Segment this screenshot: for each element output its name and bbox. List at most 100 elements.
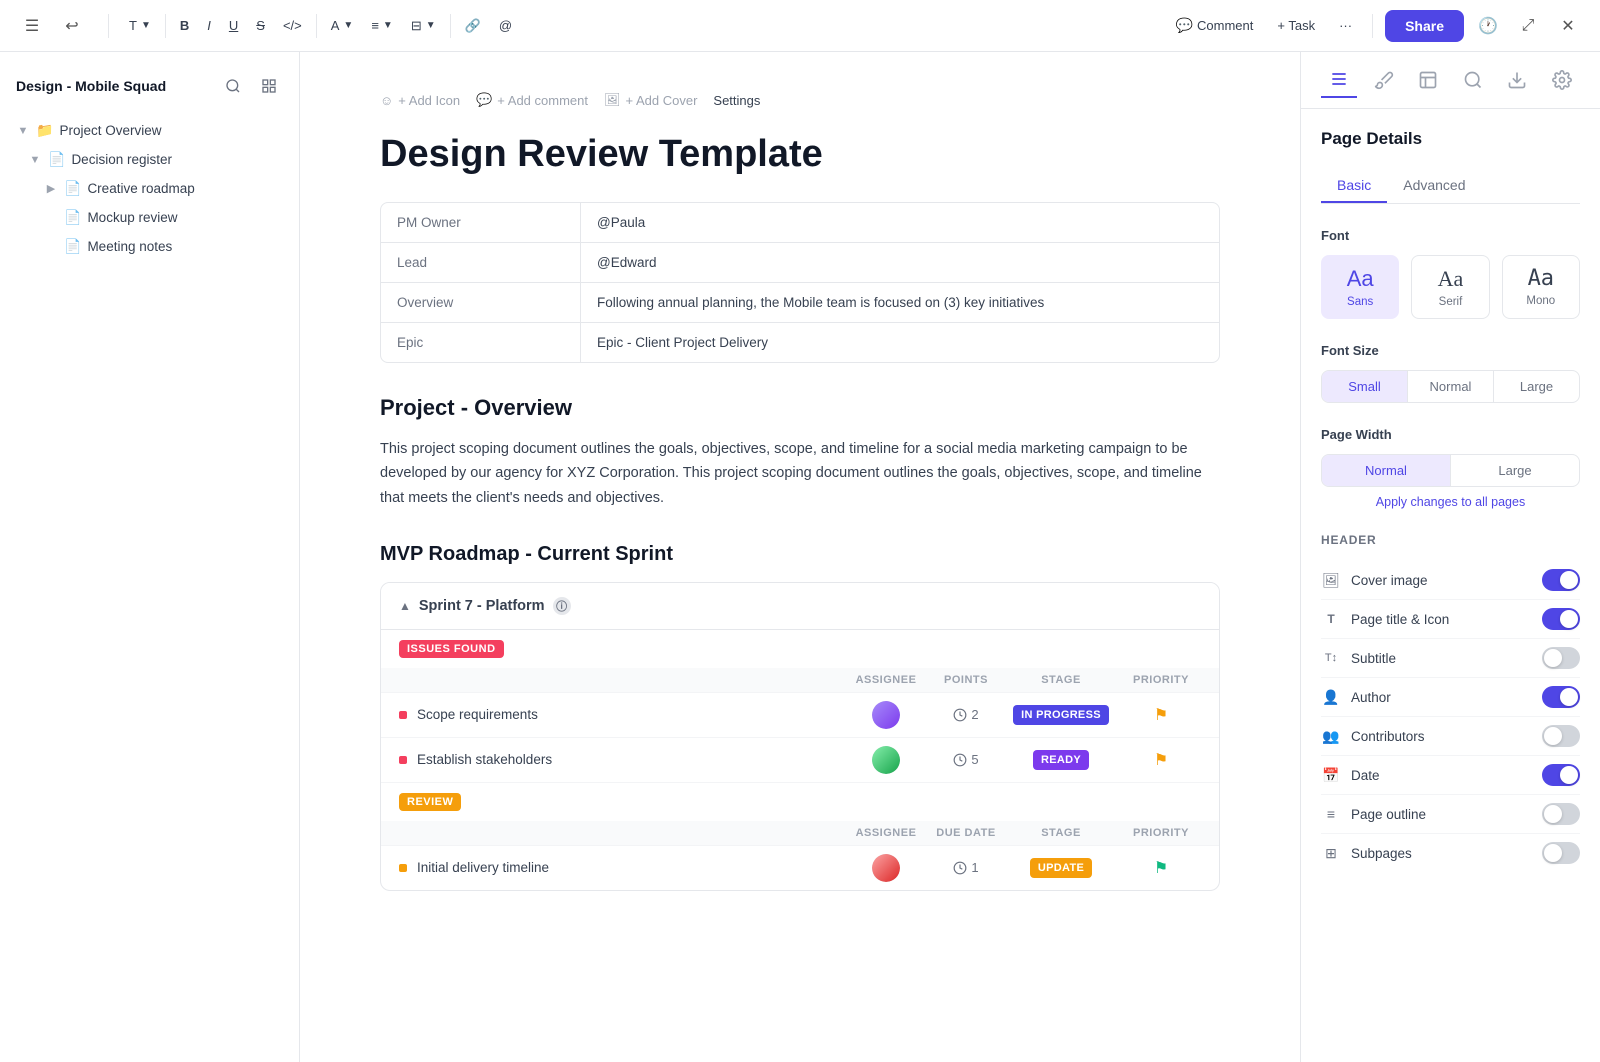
rp-toggle-label: ≡ Page outline: [1321, 804, 1426, 824]
close-button[interactable]: ✕: [1552, 10, 1584, 42]
expand-button[interactable]: ⤢: [1512, 10, 1544, 42]
rp-subtab-basic[interactable]: Basic: [1321, 169, 1387, 203]
toggle-page-title[interactable]: [1542, 608, 1580, 630]
menu-button[interactable]: ☰: [16, 10, 48, 42]
rp-tab-template[interactable]: [1410, 62, 1446, 98]
table-cell-value: @Edward: [581, 243, 1219, 282]
right-panel-tabs: [1301, 52, 1600, 109]
history-button[interactable]: 🕐: [1472, 10, 1504, 42]
issue-group-header: ISSUES FOUND: [381, 630, 1219, 668]
task-button[interactable]: + Task: [1269, 11, 1323, 41]
right-panel: Page Details Basic Advanced Font Aa Sans…: [1300, 52, 1600, 1062]
rp-tab-export[interactable]: [1499, 62, 1535, 98]
font-sample-sans: Aa: [1347, 266, 1374, 292]
subtitle-icon: T↕: [1321, 648, 1341, 668]
section-body-1: This project scoping document outlines t…: [380, 437, 1220, 511]
row-points: 2: [931, 707, 1001, 722]
search-icon[interactable]: [219, 72, 247, 100]
sidebar-title: Design - Mobile Squad: [16, 78, 166, 94]
font-label-serif: Serif: [1439, 296, 1463, 308]
sprint-columns-1: ASSIGNEE POINTS STAGE PRIORITY: [381, 668, 1219, 692]
row-stage: IN PROGRESS: [1001, 705, 1121, 725]
sprint-columns-2: ASSIGNEE DUE DATE STAGE PRIORITY: [381, 821, 1219, 845]
comment-button[interactable]: 💬 Comment: [1168, 11, 1262, 41]
size-option-normal[interactable]: Normal: [1408, 371, 1494, 402]
bold-button[interactable]: B: [172, 11, 197, 41]
rp-toggle-text: Page outline: [1351, 807, 1426, 822]
rp-toggle-date: 📅 Date: [1321, 756, 1580, 795]
sprint-row: Establish stakeholders 5 READY ⚑: [381, 737, 1219, 782]
toggle-cover-image[interactable]: [1542, 569, 1580, 591]
toggle-author[interactable]: [1542, 686, 1580, 708]
rp-toggle-cover-image: 🖼 Cover image: [1321, 561, 1580, 600]
add-comment-action[interactable]: 💬 + Add comment: [476, 92, 588, 108]
right-panel-content: Page Details Basic Advanced Font Aa Sans…: [1301, 109, 1600, 892]
rp-font-label: Font: [1321, 228, 1580, 243]
sidebar-item-decision-register[interactable]: ▼ 📄 Decision register: [8, 145, 291, 174]
table-row: Lead @Edward: [381, 243, 1219, 283]
sprint-row: Scope requirements 2 IN PROGRESS ⚑: [381, 692, 1219, 737]
review-group-header: REVIEW: [381, 782, 1219, 821]
rp-tab-settings[interactable]: [1544, 62, 1580, 98]
rp-toggle-text: Cover image: [1351, 573, 1428, 588]
list-button[interactable]: ⊟ ▼: [403, 11, 444, 41]
text-controls: T ▼ B I U S </> A ▼ ≡ ▼ ⊟ ▼ 🔗 @: [121, 11, 520, 41]
font-option-mono[interactable]: Aa Mono: [1502, 255, 1580, 319]
sprint-title: Sprint 7 - Platform: [419, 598, 545, 614]
toggle-page-outline[interactable]: [1542, 803, 1580, 825]
align-button[interactable]: ≡ ▼: [363, 11, 401, 41]
undo-button[interactable]: ↩: [56, 10, 88, 42]
rp-tab-typography[interactable]: [1321, 62, 1357, 98]
priority-flag: ⚑: [1154, 858, 1168, 878]
rp-toggle-text: Subtitle: [1351, 651, 1396, 666]
layout-icon[interactable]: [255, 72, 283, 100]
table-cell-label: Overview: [381, 283, 581, 322]
italic-button[interactable]: I: [199, 11, 219, 41]
priority-flag: ⚑: [1154, 705, 1168, 725]
font-label-sans: Sans: [1347, 296, 1373, 308]
link-button[interactable]: 🔗: [457, 11, 489, 41]
sprint-info-icon[interactable]: ⓘ: [553, 597, 571, 615]
sidebar-item-meeting-notes[interactable]: ▶ 📄 Meeting notes: [8, 232, 291, 261]
share-button[interactable]: Share: [1385, 10, 1464, 42]
apply-changes-link[interactable]: Apply changes to all pages: [1321, 495, 1580, 509]
page-actions: ☺ + Add Icon 💬 + Add comment 🖼 + Add Cov…: [380, 92, 1220, 108]
text-style-button[interactable]: T ▼: [121, 11, 159, 41]
add-icon-action[interactable]: ☺ + Add Icon: [380, 93, 460, 108]
toggle-contributors[interactable]: [1542, 725, 1580, 747]
toggle-subtitle[interactable]: [1542, 647, 1580, 669]
code-button[interactable]: </>: [275, 11, 310, 41]
row-indicator: [399, 756, 407, 764]
underline-button[interactable]: U: [221, 11, 246, 41]
rp-tab-search[interactable]: [1455, 62, 1491, 98]
size-option-large[interactable]: Large: [1494, 371, 1579, 402]
sidebar-section: ▼ 📁 Project Overview ▼ 📄 Decision regist…: [0, 116, 299, 261]
add-cover-action[interactable]: 🖼 + Add Cover: [604, 92, 697, 108]
sidebar-header: Design - Mobile Squad: [0, 64, 299, 108]
rp-tab-brush[interactable]: [1366, 62, 1402, 98]
at-button[interactable]: @: [491, 11, 520, 41]
more-button[interactable]: ···: [1331, 11, 1360, 41]
rp-subtab-advanced[interactable]: Advanced: [1387, 169, 1481, 203]
sprint-header: ▲ Sprint 7 - Platform ⓘ: [381, 583, 1219, 630]
font-option-serif[interactable]: Aa Serif: [1411, 255, 1489, 319]
sidebar-item-creative-roadmap[interactable]: ▶ 📄 Creative roadmap: [8, 174, 291, 203]
width-option-large[interactable]: Large: [1451, 455, 1579, 486]
toggle-date[interactable]: [1542, 764, 1580, 786]
col-due-date: DUE DATE: [931, 827, 1001, 839]
sidebar-item-project-overview[interactable]: ▼ 📁 Project Overview: [8, 116, 291, 145]
sprint-block: ▲ Sprint 7 - Platform ⓘ ISSUES FOUND ASS…: [380, 582, 1220, 891]
width-option-normal[interactable]: Normal: [1322, 455, 1451, 486]
font-color-button[interactable]: A ▼: [323, 11, 362, 41]
sidebar-item-mockup-review[interactable]: ▶ 📄 Mockup review: [8, 203, 291, 232]
font-option-sans[interactable]: Aa Sans: [1321, 255, 1399, 319]
col-assignee: ASSIGNEE: [841, 674, 931, 686]
size-option-small[interactable]: Small: [1322, 371, 1408, 402]
toggle-subpages[interactable]: [1542, 842, 1580, 864]
strikethrough-button[interactable]: S: [248, 11, 273, 41]
avatar: [872, 701, 900, 729]
settings-action[interactable]: Settings: [713, 93, 760, 108]
rp-toggle-contributors: 👥 Contributors: [1321, 717, 1580, 756]
table-row: Overview Following annual planning, the …: [381, 283, 1219, 323]
page-title: Design Review Template: [380, 132, 1220, 178]
